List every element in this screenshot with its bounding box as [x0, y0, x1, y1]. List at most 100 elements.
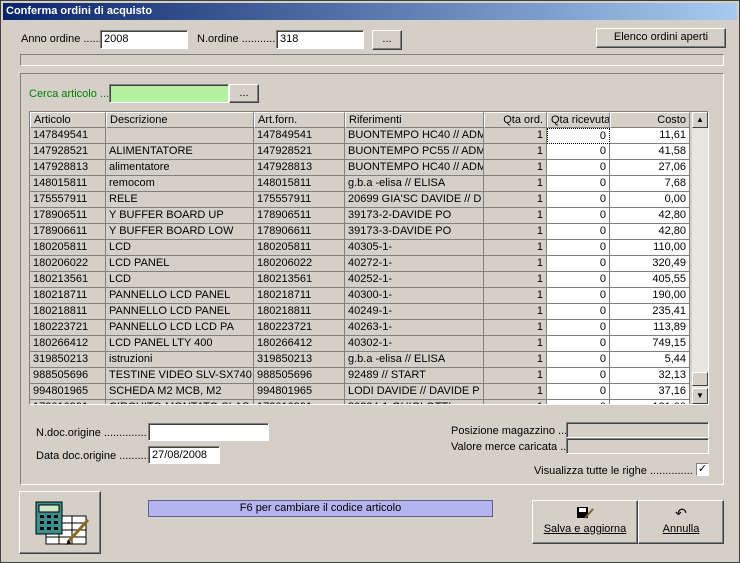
table-row[interactable]: 147928521 ALIMENTATORE 147928521 BUONTEMPO …	[30, 144, 692, 160]
table-row[interactable]: 147849541 147849541 BUONTEMPO HC40 // ADM 1…	[30, 128, 692, 144]
cell-qta-ricevuta[interactable]: 0	[547, 128, 610, 144]
table-row[interactable]: 178906611 Y BUFFER BOARD LOW 178906611 3917…	[30, 224, 692, 240]
cell-qta-ord: 1	[484, 368, 547, 384]
undo-arrow-icon: ↶	[675, 505, 687, 521]
cell-costo: 405,55	[610, 272, 690, 288]
table-scrollbar[interactable]: ▲ ▼	[692, 112, 708, 404]
table-row[interactable]: 175557911 RELE 175557911 20699 GIA'SC DAVID…	[30, 192, 692, 208]
cell-articolo: 180206022	[30, 256, 106, 272]
col-articolo[interactable]: Articolo	[30, 112, 106, 128]
cell-qta-ricevuta[interactable]: 0	[547, 288, 610, 304]
table-row[interactable]: 180213561 LCD 180213561 40252-1- 1 0 405,55	[30, 272, 692, 288]
col-qta-ord[interactable]: Qta ord.	[484, 112, 547, 128]
cell-qta-ricevuta[interactable]: 0	[547, 304, 610, 320]
table-row[interactable]: 319850213 istruzioni 319850213 g.b.a -elisa…	[30, 352, 692, 368]
cell-qta-ricevuta[interactable]: 0	[547, 400, 610, 404]
visualizza-checkbox[interactable]: ✓	[696, 463, 709, 476]
table-row[interactable]: 180206022 LCD PANEL 180206022 40272-1- 1 0 320…	[30, 256, 692, 272]
cell-descrizione: PANNELLO LCD LCD PA	[106, 320, 254, 336]
cell-qta-ricevuta[interactable]: 0	[547, 176, 610, 192]
cell-riferimenti: 40252-1-	[345, 272, 484, 288]
cell-riferimenti: BUONTEMPO HC40 // ADM	[345, 160, 484, 176]
search-input[interactable]	[109, 84, 229, 103]
cell-qta-ricevuta[interactable]: 0	[547, 272, 610, 288]
cell-descrizione: ALIMENTATORE	[106, 144, 254, 160]
cell-costo: 42,80	[610, 208, 690, 224]
cell-qta-ord: 1	[484, 192, 547, 208]
col-art-forn[interactable]: Art.forn.	[254, 112, 345, 128]
cell-riferimenti: 40302-1-	[345, 336, 484, 352]
cell-descrizione: CIRCUITO MONTATO SLAS	[106, 400, 254, 404]
cell-qta-ricevuta[interactable]: 0	[547, 368, 610, 384]
cell-art-forn: 180223721	[254, 320, 345, 336]
nordine-input[interactable]: 318	[276, 30, 364, 49]
table-row[interactable]: 178906511 Y BUFFER BOARD UP 178906511 39173…	[30, 208, 692, 224]
articles-table[interactable]: Articolo Descrizione Art.forn. Riferimen…	[29, 111, 709, 405]
table-row[interactable]: 988505696 TESTINE VIDEO SLV-SX740 98850569…	[30, 368, 692, 384]
table-row[interactable]: 180218711 PANNELLO LCD PANEL 180218711 4030…	[30, 288, 692, 304]
cell-qta-ricevuta[interactable]: 0	[547, 320, 610, 336]
cell-qta-ricevuta[interactable]: 0	[547, 256, 610, 272]
cell-qta-ord: 1	[484, 320, 547, 336]
cell-articolo: 180218711	[30, 288, 106, 304]
table-row[interactable]: 147928813 alimentatore 147928813 BUONTEMPO …	[30, 160, 692, 176]
cell-articolo: 178906511	[30, 208, 106, 224]
scroll-thumb[interactable]	[692, 372, 708, 386]
cell-articolo: 988505696	[30, 368, 106, 384]
scroll-up-icon[interactable]: ▲	[692, 112, 708, 128]
cell-articolo: 173010991	[30, 400, 106, 404]
cell-qta-ricevuta[interactable]: 0	[547, 192, 610, 208]
table-row[interactable]: 173010991CIRCUITO MONTATO SLAS1730109913…	[30, 400, 692, 404]
cell-qta-ricevuta[interactable]: 0	[547, 224, 610, 240]
cell-riferimenti: 40300-1-	[345, 288, 484, 304]
cancel-button[interactable]: ↶ Annulla	[638, 500, 724, 544]
col-descrizione[interactable]: Descrizione	[106, 112, 254, 128]
ordine-lookup-button[interactable]: ...	[372, 30, 402, 50]
save-button[interactable]: Salva e aggiorna	[532, 500, 638, 544]
table-row[interactable]: 180218811 PANNELLO LCD PANEL 180218811 4024…	[30, 304, 692, 320]
cell-riferimenti: 40272-1-	[345, 256, 484, 272]
cell-costo: 11,61	[610, 128, 690, 144]
cell-costo: 42,80	[610, 224, 690, 240]
calculator-button[interactable]	[19, 491, 101, 554]
cell-qta-ord: 1	[484, 208, 547, 224]
cell-descrizione: LCD PANEL LTY 400	[106, 336, 254, 352]
window-title: Conferma ordini di acquisto	[3, 3, 737, 20]
anno-input[interactable]: 2008	[100, 30, 188, 49]
col-qta-ricevuta[interactable]: Qta ricevuta	[547, 112, 610, 128]
cell-qta-ricevuta[interactable]: 0	[547, 336, 610, 352]
table-row[interactable]: 994801965 SCHEDA M2 MCB, M2 994801965 LODI …	[30, 384, 692, 400]
table-header: Articolo Descrizione Art.forn. Riferimen…	[30, 112, 692, 128]
table-row[interactable]: 180266412 LCD PANEL LTY 400 180266412 40302…	[30, 336, 692, 352]
search-lookup-button[interactable]: ...	[229, 84, 259, 103]
scroll-down-icon[interactable]: ▼	[692, 388, 708, 404]
cell-costo: 113,89	[610, 320, 690, 336]
cell-art-forn: 147928813	[254, 160, 345, 176]
cell-costo: 41,58	[610, 144, 690, 160]
col-costo[interactable]: Costo	[610, 112, 690, 128]
cell-costo: 7,68	[610, 176, 690, 192]
cell-art-forn: 180266412	[254, 336, 345, 352]
cell-art-forn: 180218711	[254, 288, 345, 304]
cell-qta-ricevuta[interactable]: 0	[547, 160, 610, 176]
cell-art-forn: 994801965	[254, 384, 345, 400]
cell-riferimenti: 92489 // START	[345, 368, 484, 384]
cell-costo: 131,00	[610, 400, 690, 404]
cell-riferimenti: 39173-2-DAVIDE PO	[345, 208, 484, 224]
cell-descrizione: alimentatore	[106, 160, 254, 176]
data-doc-label: Data doc.origine ..........	[36, 450, 150, 462]
table-row[interactable]: 180223721 PANNELLO LCD LCD PA 180223721 402…	[30, 320, 692, 336]
ndoc-input[interactable]	[148, 423, 269, 441]
cell-qta-ricevuta[interactable]: 0	[547, 144, 610, 160]
cell-qta-ricevuta[interactable]: 0	[547, 352, 610, 368]
table-row[interactable]: 180205811 LCD 180205811 40305-1- 1 0 110,00	[30, 240, 692, 256]
col-riferimenti[interactable]: Riferimenti	[345, 112, 484, 128]
cell-riferimenti: BUONTEMPO HC40 // ADM	[345, 128, 484, 144]
cell-qta-ricevuta[interactable]: 0	[547, 384, 610, 400]
cell-qta-ricevuta[interactable]: 0	[547, 240, 610, 256]
elenco-ordini-button[interactable]: Elenco ordini aperti	[596, 28, 726, 48]
data-doc-input[interactable]: 27/08/2008	[148, 446, 220, 464]
table-row[interactable]: 148015811 remocom 148015811 g.b.a -elisa //…	[30, 176, 692, 192]
cell-qta-ord: 1	[484, 176, 547, 192]
cell-qta-ricevuta[interactable]: 0	[547, 208, 610, 224]
